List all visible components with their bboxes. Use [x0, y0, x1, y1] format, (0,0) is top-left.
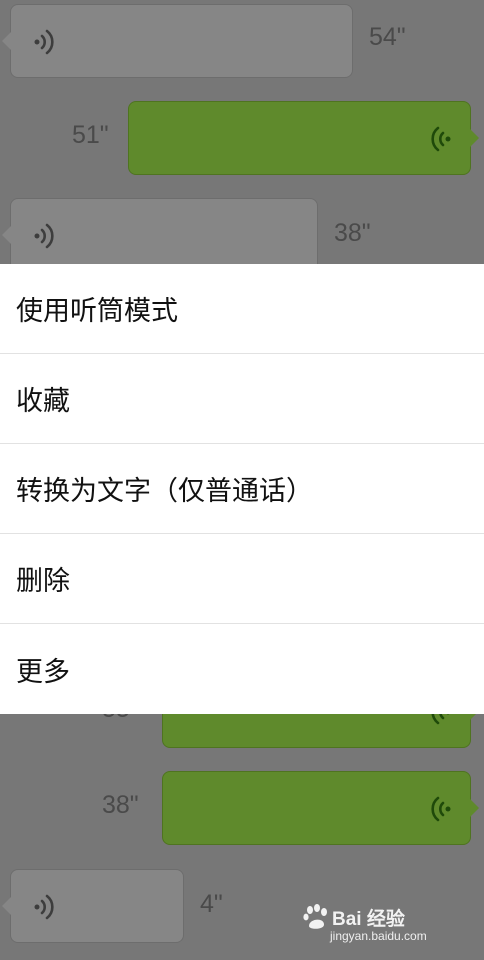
- voice-message-outgoing[interactable]: [128, 101, 479, 175]
- menu-item-convert-to-text[interactable]: 转换为文字（仅普通话）: [0, 444, 484, 534]
- voice-wave-icon: [34, 894, 54, 920]
- voice-message-outgoing[interactable]: [162, 771, 479, 845]
- voice-message-incoming[interactable]: [2, 4, 353, 78]
- voice-duration: 38": [102, 791, 139, 819]
- menu-item-label: 转换为文字（仅普通话）: [16, 476, 313, 507]
- voice-wave-icon: [431, 126, 451, 152]
- menu-item-earpiece-mode[interactable]: 使用听筒模式: [0, 264, 484, 354]
- watermark-url: jingyan.baidu.com: [330, 929, 427, 943]
- menu-item-label: 更多: [16, 656, 70, 688]
- watermark: Bai 经验 jingyan.baidu.com: [302, 904, 462, 950]
- menu-item-label: 使用听筒模式: [16, 296, 178, 327]
- voice-duration: 4": [200, 890, 223, 918]
- menu-item-favorite[interactable]: 收藏: [0, 354, 484, 444]
- voice-duration: 51": [72, 121, 109, 149]
- menu-item-more[interactable]: 更多: [0, 624, 484, 714]
- menu-item-label: 删除: [16, 566, 70, 597]
- voice-message-incoming[interactable]: [2, 869, 184, 943]
- menu-item-label: 收藏: [16, 386, 70, 417]
- watermark-brand: Bai 经验: [332, 909, 405, 930]
- voice-message-incoming[interactable]: [2, 198, 318, 272]
- voice-wave-icon: [34, 29, 54, 55]
- menu-item-delete[interactable]: 删除: [0, 534, 484, 624]
- voice-wave-icon: [34, 223, 54, 249]
- voice-duration: 54": [369, 23, 406, 51]
- voice-wave-icon: [431, 796, 451, 822]
- voice-duration: 38": [334, 219, 371, 247]
- paw-logo-icon: [303, 904, 327, 929]
- voice-message-context-menu: 使用听筒模式 收藏 转换为文字（仅普通话） 删除 更多: [0, 264, 484, 714]
